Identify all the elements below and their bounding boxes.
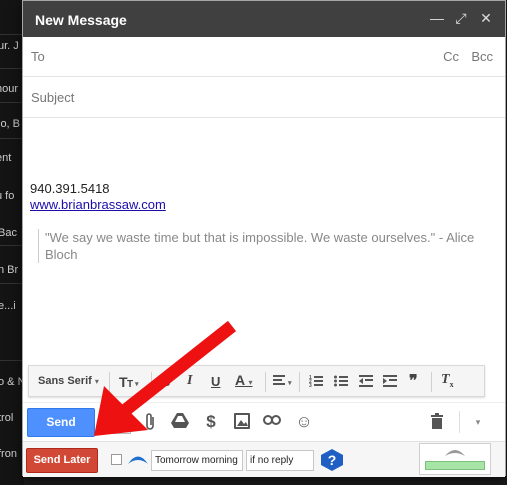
bg-item[interactable]: o & N	[0, 376, 24, 388]
bg-divider	[0, 283, 24, 284]
format-icon[interactable]: A	[107, 410, 131, 434]
bg-item[interactable]: e...i	[0, 300, 24, 312]
underline-button[interactable]: U	[211, 374, 220, 389]
boomerang-logo-icon	[128, 456, 148, 464]
expand-icon[interactable]: ⤢	[453, 10, 469, 26]
to-field[interactable]: To Cc Bcc	[23, 37, 505, 77]
text-color-label: A	[235, 372, 245, 388]
bg-divider	[0, 34, 24, 35]
subject-placeholder: Subject	[31, 90, 75, 105]
clear-formatting-icon[interactable]: Tx	[441, 372, 454, 389]
boomerang-bar: Send Later Tomorrow morning if no reply …	[23, 441, 505, 477]
toolbar-divider	[299, 372, 300, 392]
send-button[interactable]: Send	[27, 408, 95, 437]
close-icon[interactable]: ✕	[478, 10, 494, 26]
toolbar-divider	[265, 372, 266, 392]
quote-icon[interactable]: ❞	[409, 371, 418, 391]
compose-window: New Message — ⤢ ✕ To Cc Bcc Subject 940.…	[22, 0, 506, 477]
toolbar-divider	[151, 372, 152, 392]
subject-field[interactable]: Subject	[23, 78, 505, 118]
indent-more-icon[interactable]	[383, 374, 397, 391]
bg-item[interactable]: ur. J	[0, 40, 24, 52]
to-label: To	[31, 49, 45, 64]
more-options-icon[interactable]: ▾	[469, 413, 487, 431]
bg-divider	[0, 360, 24, 361]
signature-phone: 940.391.5418	[30, 181, 110, 196]
boomerang-logo-icon	[445, 450, 465, 456]
italic-button[interactable]: I	[187, 373, 192, 389]
bg-divider	[0, 102, 24, 103]
compose-action-bar: Send A $ ☺ ▾	[23, 402, 505, 440]
money-icon[interactable]: $	[202, 413, 220, 431]
font-family-label: Sans Serif	[38, 375, 92, 387]
cc-link[interactable]: Cc	[443, 49, 459, 64]
bullet-list-icon[interactable]	[334, 374, 348, 391]
bg-divider	[0, 245, 24, 246]
bg-divider	[0, 68, 24, 69]
bg-item[interactable]: trol	[0, 412, 24, 424]
help-icon[interactable]: ?	[321, 449, 343, 471]
chevron-down-icon: ▾	[248, 378, 253, 387]
signature-quote: "We say we waste time but that is imposs…	[38, 229, 478, 263]
toolbar-divider	[431, 372, 432, 392]
svg-text:▾: ▾	[287, 380, 292, 387]
boomerang-status-indicator	[419, 443, 491, 475]
bcc-link[interactable]: Bcc	[471, 49, 493, 64]
trash-icon[interactable]	[428, 413, 446, 431]
chevron-down-icon: ▾	[94, 377, 99, 386]
send-later-button[interactable]: Send Later	[26, 448, 98, 473]
numbered-list-icon[interactable]: 123	[309, 374, 323, 391]
formatting-toolbar: Sans Serif ▾ T T ▾ B I U A ▾ ▾ 123 ❞ Tx	[28, 365, 485, 397]
action-divider	[459, 411, 460, 433]
photo-icon[interactable]	[233, 413, 251, 431]
bg-item[interactable]: Bac	[0, 227, 24, 239]
align-icon[interactable]: ▾	[273, 374, 295, 391]
bg-item[interactable]: n Br	[0, 264, 24, 276]
compose-titlebar[interactable]: New Message — ⤢ ✕	[23, 1, 505, 37]
boomerang-condition-select[interactable]: if no reply	[246, 450, 314, 471]
toolbar-divider	[109, 372, 110, 392]
compose-title: New Message	[35, 12, 127, 28]
bg-item[interactable]: lo, B	[0, 118, 24, 130]
link-icon[interactable]	[263, 413, 281, 431]
text-size-icon[interactable]: T T ▾	[119, 374, 141, 393]
indent-less-icon[interactable]	[359, 374, 373, 391]
minimize-icon[interactable]: —	[429, 10, 445, 26]
font-family-select[interactable]: Sans Serif ▾	[38, 375, 99, 387]
svg-text:?: ?	[328, 452, 337, 468]
emoji-icon[interactable]: ☺	[295, 413, 313, 431]
boomerang-time-select[interactable]: Tomorrow morning	[151, 450, 243, 471]
bg-item[interactable]: u fo	[0, 190, 24, 202]
boomerang-status-bar	[425, 461, 485, 470]
signature-website-link[interactable]: www.brianbrassaw.com	[30, 197, 490, 212]
bg-divider	[0, 138, 24, 139]
bg-item[interactable]: hour	[0, 83, 24, 95]
svg-text:▾: ▾	[134, 381, 139, 388]
svg-text:3: 3	[309, 383, 312, 388]
drive-icon[interactable]	[171, 413, 189, 431]
boomerang-checkbox[interactable]	[111, 454, 122, 465]
bg-item[interactable]: ent	[0, 152, 24, 164]
text-color-button[interactable]: A ▾	[235, 372, 253, 388]
message-body[interactable]: 940.391.5418 www.brianbrassaw.com "We sa…	[30, 181, 490, 263]
bg-item[interactable]: fron	[0, 448, 24, 460]
background-message-list: ur. J hour lo, B ent u fo Bac n Br e...i…	[0, 0, 24, 485]
attach-icon[interactable]	[141, 413, 159, 431]
bold-button[interactable]: B	[161, 374, 170, 389]
svg-text:T: T	[127, 379, 133, 390]
